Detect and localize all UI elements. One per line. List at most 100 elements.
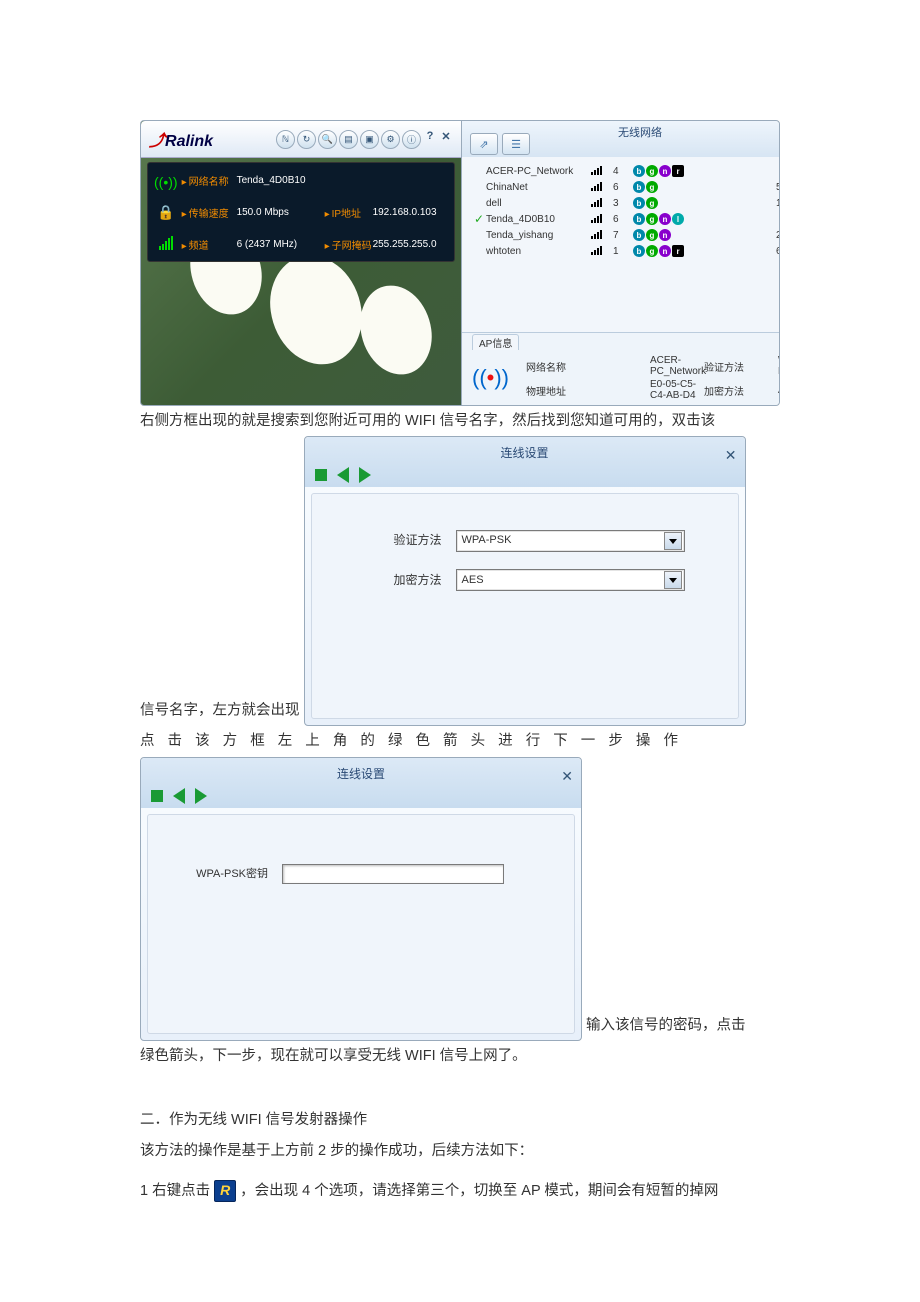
paragraph-3a: 输入该信号的密码，点击 [586,1017,746,1033]
paragraph-1-line2-wrap: 信号名字，左方就会出现 连线设置 ✕ 验证方法 WPA-PS [140,436,780,726]
network-modes: bg [633,181,764,193]
ralink-main-window: ⤴Ralink ℕ ↻ 🔍 ▤ ▣ ⚙ ⓘ ? ✕ ((•)) 🔒 [141,121,461,405]
network-channel: 4 [613,166,633,177]
lock-icon: 🔒 [157,204,174,221]
network-name: ChinaNet [486,182,591,193]
network-channel: 1 [613,246,633,257]
mode-b-icon: b [633,229,645,241]
mode-b-icon: b [633,181,645,193]
label-network-name: ▸网络名称 [182,173,237,188]
ap-antenna-icon: ((•)) [472,365,522,391]
dialog2-key-input[interactable] [282,864,504,884]
dialog1-auth-select[interactable]: WPA-PSK [456,530,685,552]
dialog1-enc-select[interactable]: AES [456,569,685,591]
available-networks-list: ACER-PC_Network4bgnr7%ChinaNet6bg52%dell… [462,157,780,332]
dialog1-enc-label: 加密方法 [312,568,456,593]
network-signal-percent: 0% [764,214,780,225]
signal-strength-icon [591,245,613,258]
hdr-btn-settings[interactable]: ⚙ [381,130,400,149]
hdr-btn-help[interactable]: ? [423,130,437,149]
dialog2-key-label: WPA-PSK密钥 [148,863,282,886]
dialog1-close-icon[interactable]: ✕ [725,441,737,470]
network-channel: 6 [613,182,633,193]
dialog2-nav-back[interactable] [173,788,185,804]
network-channel: 7 [613,230,633,241]
ralink-logo: ⤴Ralink [149,127,213,151]
mode-n-icon: n [659,229,671,241]
network-channel: 6 [613,214,633,225]
network-name: Tenda_yishang [486,230,591,241]
paragraph-3-wrap: 连线设置 ✕ WPA-PSK密钥 输入该信号的密码，点击 [140,757,780,1041]
ralink-app-screenshot: ⤴Ralink ℕ ↻ 🔍 ▤ ▣ ⚙ ⓘ ? ✕ ((•)) 🔒 [140,120,780,406]
connected-check-icon: ✓ [472,212,486,226]
network-row[interactable]: Tenda_yishang7bgn23% [472,227,780,243]
mode-b-icon: b [633,197,645,209]
mode-n-icon: n [659,245,671,257]
dialog2-title: 连线设置 [141,762,581,787]
dialog1-title: 连线设置 [305,441,745,466]
hdr-btn-rss[interactable]: ℕ [276,130,295,149]
label-mask: ▸子网掩码 [325,237,373,252]
mode-n-icon: n [659,165,671,177]
section-2-p2: 1 右键点击 R ，会出现 4 个选项，请选择第三个，切换至 AP 模式，期间会… [140,1176,780,1206]
mode-l-icon: l [672,213,684,225]
network-modes: bgnr [633,165,764,177]
mode-b-icon: b [633,165,645,177]
network-modes: bg [633,197,764,209]
mode-g-icon: g [646,165,658,177]
hdr-btn-refresh[interactable]: ↻ [297,130,316,149]
mode-g-icon: g [646,181,658,193]
ralink-tray-icon[interactable]: R [214,1180,236,1202]
network-row[interactable]: ✓Tenda_4D0B10 6bgnl0% [472,211,780,227]
signal-strength-icon [591,181,613,194]
ralink-header: ⤴Ralink ℕ ↻ 🔍 ▤ ▣ ⚙ ⓘ ? ✕ [141,121,461,158]
ap-info-tab[interactable]: AP信息 [472,334,519,350]
mode-g-icon: g [646,213,658,225]
value-rate: 150.0 Mbps [237,207,325,218]
dialog1-nav-stop[interactable] [315,469,327,481]
dialog1-nav-back[interactable] [337,467,349,483]
mode-r-icon: r [672,165,684,177]
section-2-p1: 该方法的操作是基于上方前 2 步的操作成功，后续方法如下： [140,1136,780,1166]
network-row[interactable]: whtoten1bgnr63% [472,243,780,259]
networks-title: 无线网络 [462,124,780,140]
network-signal-percent: 23% [764,230,780,241]
network-row[interactable]: ChinaNet6bg52% [472,179,780,195]
network-signal-percent: 13% [764,198,780,209]
hdr-btn-close[interactable]: ✕ [439,130,453,149]
network-row[interactable]: dell3bg13% [472,195,780,211]
header-button-group: ℕ ↻ 🔍 ▤ ▣ ⚙ ⓘ ? ✕ [276,130,453,149]
antenna-icon: ((•)) [154,174,178,190]
network-signal-percent: 63% [764,246,780,257]
chevron-down-icon[interactable] [664,571,682,589]
hdr-btn-search[interactable]: 🔍 [318,130,337,149]
connection-settings-dialog-2: 连线设置 ✕ WPA-PSK密钥 [140,757,582,1041]
signal-strength-icon [591,229,613,242]
network-modes: bgnl [633,213,764,225]
network-row[interactable]: ACER-PC_Network4bgnr7% [472,163,780,179]
signal-strength-icon [591,197,613,210]
hdr-btn-list[interactable]: ▤ [339,130,358,149]
label-ip: ▸IP地址 [325,205,373,220]
dialog2-nav-stop[interactable] [151,790,163,802]
hdr-btn-info[interactable]: ⓘ [402,130,421,149]
mode-g-icon: g [646,245,658,257]
dialog2-nav-next[interactable] [195,788,207,804]
ap-value-auth: WPA2-PSK [778,355,780,377]
chevron-down-icon[interactable] [664,532,682,550]
ap-label-name: 网络名称 [526,359,646,374]
ap-label-auth: 验证方法 [704,359,774,374]
label-channel: ▸频道 [182,237,237,252]
ap-value-mac: E0-05-C5-C4-AB-D4 [650,379,700,401]
signal-strength-icon [591,213,613,226]
dialog2-close-icon[interactable]: ✕ [561,762,573,791]
ap-info-section: AP信息 网络名称 ACER-PC_Network 验证方法 WPA2-PSK … [462,332,780,405]
network-name: Tenda_4D0B10 [486,214,591,225]
hdr-btn-grid[interactable]: ▣ [360,130,379,149]
dialog1-nav-next[interactable] [359,467,371,483]
signal-bars-icon [159,236,173,250]
signal-strength-icon [591,165,613,178]
network-modes: bgnr [633,245,764,257]
paragraph-3b: 绿色箭头，下一步，现在就可以享受无线 WIFI 信号上网了。 [140,1041,780,1071]
value-mask: 255.255.255.0 [373,239,453,250]
